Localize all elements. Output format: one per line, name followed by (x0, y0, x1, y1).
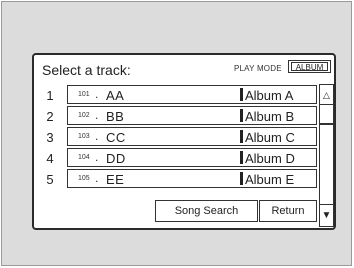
song-search-button[interactable]: Song Search (155, 200, 258, 222)
track-select-dialog: Select a track: PLAY MODE ALBUM 1 101 . … (32, 53, 336, 230)
track-number-dot: . (95, 87, 99, 101)
row-number: 5 (46, 172, 54, 187)
album-play-mode-label: ALBUM (291, 62, 328, 72)
row-number: 1 (46, 88, 54, 103)
track-item[interactable]: 103 . CC Album C (67, 127, 317, 146)
track-number: 104 (78, 154, 90, 161)
track-number: 101 (78, 91, 90, 98)
scroll-thumb[interactable] (320, 123, 333, 125)
album-name: Album D (245, 151, 295, 166)
track-name: BB (106, 109, 125, 124)
track-item[interactable]: 102 . BB Album B (67, 106, 317, 125)
scroll-down-icon[interactable]: ▼ (320, 204, 333, 226)
scroll-up-icon[interactable]: △ (320, 85, 333, 105)
album-play-mode-button[interactable]: ALBUM (288, 60, 331, 73)
track-number-dot: . (95, 129, 99, 143)
track-row[interactable]: 4 104 . DD Album D (34, 148, 317, 169)
album-name: Album B (245, 109, 295, 124)
track-name: AA (106, 88, 125, 103)
track-row[interactable]: 1 101 . AA Album A (34, 85, 317, 106)
track-number-dot: . (95, 150, 99, 164)
column-separator (240, 151, 243, 164)
column-separator (240, 130, 243, 143)
scrollbar[interactable]: △ ▼ (319, 84, 334, 227)
track-row[interactable]: 5 105 . EE Album E (34, 169, 317, 190)
track-number-dot: . (95, 108, 99, 122)
track-row[interactable]: 3 103 . CC Album C (34, 127, 317, 148)
track-number-dot: . (95, 171, 99, 185)
screen-frame: Select a track: PLAY MODE ALBUM 1 101 . … (1, 1, 352, 266)
track-name: CC (106, 130, 126, 145)
track-item[interactable]: 104 . DD Album D (67, 148, 317, 167)
track-row[interactable]: 2 102 . BB Album B (34, 106, 317, 127)
row-number: 3 (46, 130, 54, 145)
album-name: Album A (245, 88, 294, 103)
track-number: 105 (78, 175, 90, 182)
column-separator (240, 109, 243, 122)
track-number: 103 (78, 133, 90, 140)
row-number: 4 (46, 151, 54, 166)
column-separator (240, 172, 243, 185)
album-name: Album E (245, 172, 295, 187)
track-item[interactable]: 101 . AA Album A (67, 85, 317, 104)
play-mode-label: PLAY MODE (234, 64, 282, 73)
track-name: DD (106, 151, 126, 166)
dialog-title: Select a track: (42, 62, 131, 78)
album-name: Album C (245, 130, 295, 145)
column-separator (240, 88, 243, 101)
return-button[interactable]: Return (259, 200, 317, 222)
track-name: EE (106, 172, 125, 187)
row-number: 2 (46, 109, 54, 124)
track-item[interactable]: 105 . EE Album E (67, 169, 317, 188)
track-number: 102 (78, 112, 90, 119)
